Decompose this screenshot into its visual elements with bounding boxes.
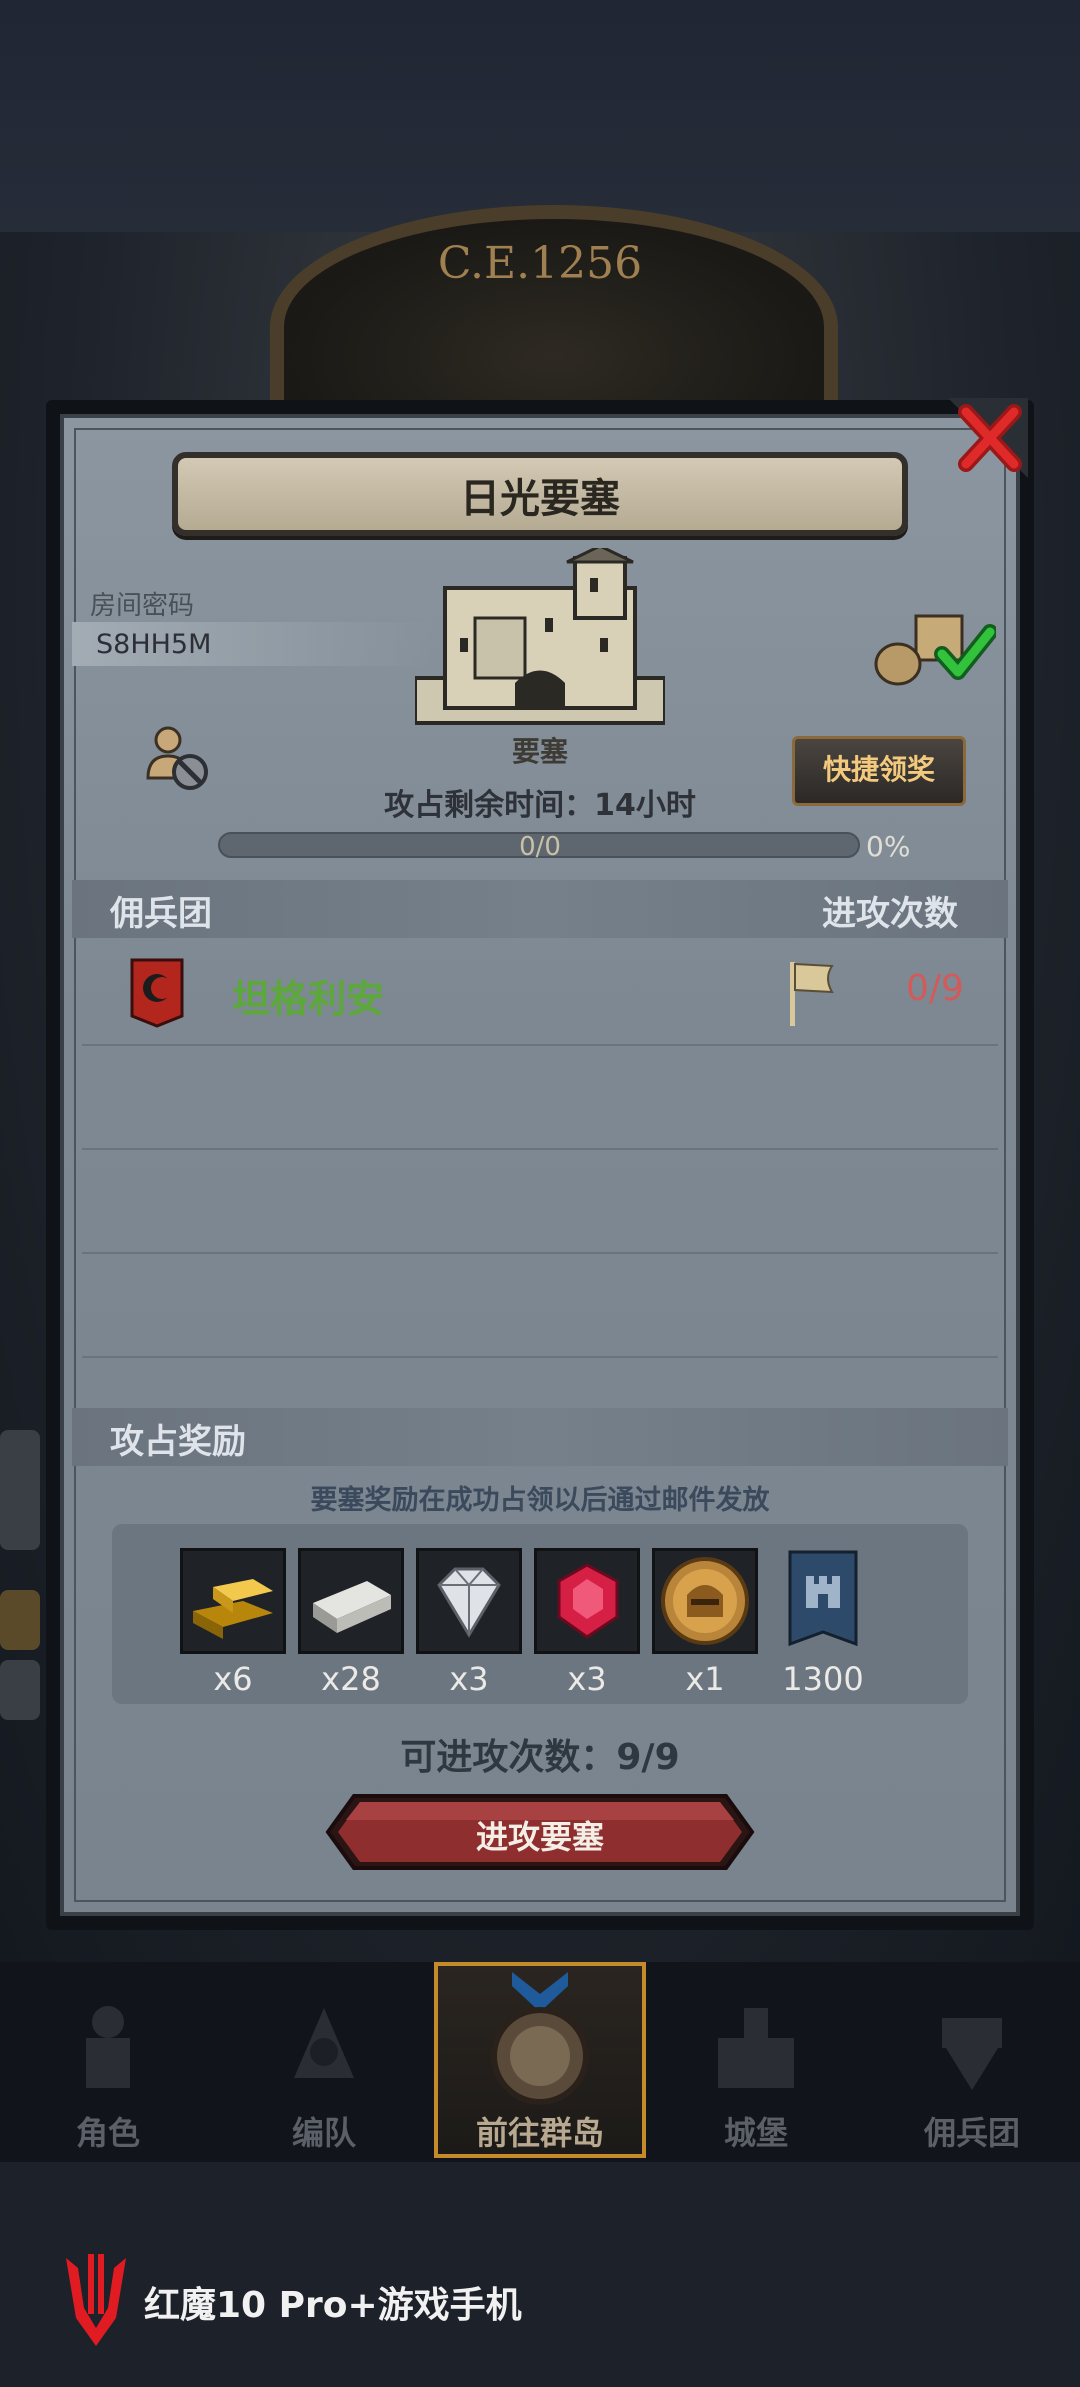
capture-progress-count: 0/0 (519, 832, 561, 862)
nav-item-label: 角色 (75, 2114, 140, 2152)
mercenary-emblem-icon (130, 958, 184, 1028)
nav-item-islands[interactable]: 前往群岛 (432, 1962, 648, 2162)
reward-item-castle-banner[interactable] (770, 1548, 876, 1654)
reward-qty: x3 (449, 1660, 489, 1698)
reward-title: 攻占奖励 (110, 1422, 246, 1462)
attack-count-column-header: 进攻次数 (822, 894, 958, 934)
fortress-icon (415, 548, 665, 725)
reward-item-iron[interactable] (298, 1548, 404, 1654)
castle-banner-icon (788, 1550, 858, 1647)
room-code-value[interactable]: S8HH5M (96, 629, 211, 660)
supply-check-icon (874, 614, 996, 686)
reward-item-gold[interactable] (180, 1548, 286, 1654)
building-label: 要塞 (511, 735, 568, 768)
ruby-icon (557, 1563, 619, 1639)
nav-item-mercenary[interactable]: 佣兵团 (864, 1962, 1080, 2162)
row-divider (82, 1044, 998, 1046)
flag-icon (790, 962, 834, 1026)
nav-item-castle[interactable]: 城堡 (648, 1962, 864, 2162)
reward-qty: x6 (213, 1660, 253, 1698)
row-divider (82, 1252, 998, 1254)
compass-icon (491, 1972, 589, 2105)
reward-item-diamond[interactable] (416, 1548, 522, 1654)
mercenary-name: 坦格利安 (232, 977, 385, 1021)
nav-item-formation[interactable]: 编队 (216, 1962, 432, 2162)
no-person-icon (146, 726, 208, 790)
diamond-icon (437, 1567, 501, 1638)
search-side-button[interactable] (0, 1660, 40, 1720)
attacks-remaining-label: 可进攻次数：9/9 (400, 1737, 680, 1778)
formation-icon (294, 2008, 354, 2078)
quick-claim-button[interactable]: 快捷领奖 (792, 736, 966, 806)
side-tab-left[interactable] (0, 1430, 40, 1550)
row-divider (82, 1356, 998, 1358)
reward-qty: x28 (321, 1660, 381, 1698)
iron-bar-icon (313, 1581, 391, 1633)
dialog-title: 日光要塞 (460, 476, 620, 522)
reward-qty: x1 (685, 1660, 725, 1698)
reward-note: 要塞奖励在成功占领以后通过邮件发放 (310, 1485, 770, 1516)
mercenary-attack-count: 0/9 (906, 968, 964, 1009)
reward-qty: x3 (567, 1660, 607, 1698)
top-bar (0, 0, 1080, 232)
nav-item-label: 城堡 (723, 2114, 788, 2152)
mercenary-row[interactable]: 坦格利安 0/9 (82, 950, 998, 1044)
nav-item-character[interactable]: 角色 (0, 1962, 216, 2162)
era-label: C.E.1256 (437, 238, 643, 289)
time-remaining-label: 攻占剩余时间：14小时 (384, 788, 696, 823)
reward-item-ruby[interactable] (534, 1548, 640, 1654)
reward-item-helmet-coin[interactable] (652, 1548, 758, 1654)
nav-item-label: 编队 (291, 2114, 356, 2152)
side-button-left[interactable] (0, 1590, 40, 1650)
red-magic-logo-icon (66, 2254, 126, 2346)
reward-qty: 1300 (782, 1660, 864, 1698)
knight-icon (86, 2006, 130, 2088)
mercenary-column-header: 佣兵团 (110, 894, 212, 934)
gold-bar-icon (193, 1579, 273, 1639)
nav-item-label: 佣兵团 (923, 2114, 1020, 2152)
device-watermark-text: 红魔10 Pro+游戏手机 (144, 2285, 522, 2326)
close-icon[interactable] (948, 398, 1028, 478)
capture-progress-percent: 0% (866, 830, 911, 863)
castle-icon (718, 2008, 794, 2088)
knight-helmet-coin-icon (661, 1557, 749, 1645)
device-watermark-bar (0, 2162, 1080, 2387)
attack-fortress-button-label: 进攻要塞 (475, 1818, 604, 1856)
row-divider (82, 1148, 998, 1150)
mercenary-icon (942, 2018, 1002, 2090)
nav-item-label: 前往群岛 (475, 2114, 604, 2152)
room-code-label: 房间密码 (90, 591, 195, 621)
